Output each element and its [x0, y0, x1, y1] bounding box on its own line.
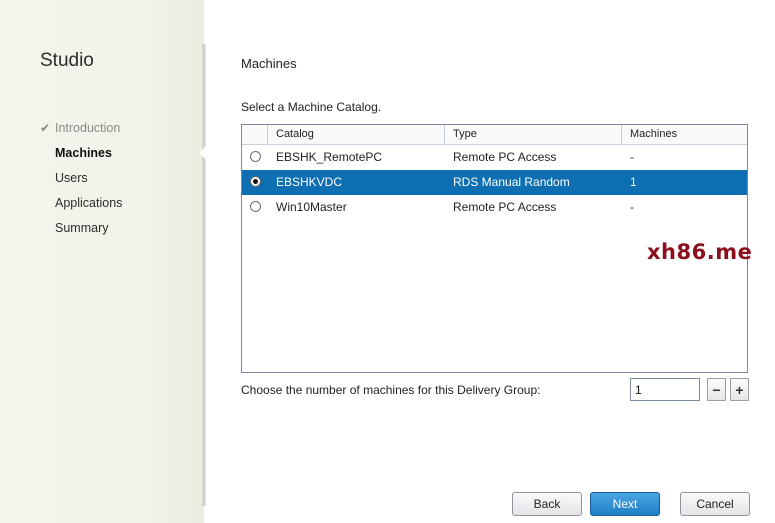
- catalog-radio[interactable]: [250, 201, 261, 212]
- step-users[interactable]: Users: [40, 168, 122, 193]
- table-row[interactable]: EBSHK_RemotePC Remote PC Access -: [242, 145, 747, 170]
- back-button[interactable]: Back: [512, 492, 582, 516]
- instruction-text: Select a Machine Catalog.: [241, 100, 382, 114]
- step-label: Applications: [55, 196, 123, 210]
- wizard-sidebar: Studio ✔ Introduction Machines Users App…: [0, 0, 204, 523]
- sidebar-divider: [202, 44, 206, 506]
- radio-cell: [242, 170, 268, 195]
- catalog-cell: Win10Master: [276, 200, 347, 214]
- machines-cell: 1: [630, 175, 637, 189]
- table-row[interactable]: Win10Master Remote PC Access -: [242, 195, 747, 220]
- next-button[interactable]: Next: [590, 492, 660, 516]
- column-header-type[interactable]: Type: [445, 125, 622, 144]
- type-cell: RDS Manual Random: [453, 175, 570, 189]
- checkmark-icon: ✔: [40, 121, 51, 135]
- machine-count-label: Choose the number of machines for this D…: [241, 383, 541, 397]
- wizard-steps: ✔ Introduction Machines Users Applicatio…: [40, 118, 122, 243]
- catalog-cell: EBSHKVDC: [276, 175, 343, 189]
- increment-button[interactable]: +: [730, 378, 749, 401]
- catalog-radio[interactable]: [250, 176, 261, 187]
- catalog-cell: EBSHK_RemotePC: [276, 150, 383, 164]
- machines-cell: -: [630, 150, 634, 164]
- step-label: Machines: [55, 146, 112, 160]
- radio-cell: [242, 145, 268, 170]
- catalog-radio[interactable]: [250, 151, 261, 162]
- column-header-catalog[interactable]: Catalog: [268, 125, 445, 144]
- table-header: Catalog Type Machines: [242, 125, 747, 145]
- radio-cell: [242, 195, 268, 220]
- step-summary[interactable]: Summary: [40, 218, 122, 243]
- type-cell: Remote PC Access: [453, 150, 557, 164]
- machine-count-input[interactable]: [630, 378, 700, 401]
- step-label: Summary: [55, 221, 109, 235]
- cancel-button[interactable]: Cancel: [680, 492, 750, 516]
- type-cell: Remote PC Access: [453, 200, 557, 214]
- step-machines[interactable]: Machines: [40, 143, 122, 168]
- header-select-column: [242, 125, 268, 144]
- watermark-text: xh86.me: [647, 240, 753, 264]
- step-label: Introduction: [55, 121, 121, 135]
- step-introduction[interactable]: ✔ Introduction: [40, 118, 122, 143]
- step-label: Users: [55, 171, 88, 185]
- step-applications[interactable]: Applications: [40, 193, 122, 218]
- decrement-button[interactable]: −: [707, 378, 726, 401]
- page-title: Machines: [241, 56, 297, 71]
- app-brand: Studio: [40, 50, 94, 71]
- machines-cell: -: [630, 200, 634, 214]
- table-row-selected[interactable]: EBSHKVDC RDS Manual Random 1: [242, 170, 747, 195]
- active-step-pointer: [199, 145, 207, 161]
- column-header-machines[interactable]: Machines: [622, 125, 747, 144]
- main-panel: Machines Select a Machine Catalog. Catal…: [241, 0, 775, 523]
